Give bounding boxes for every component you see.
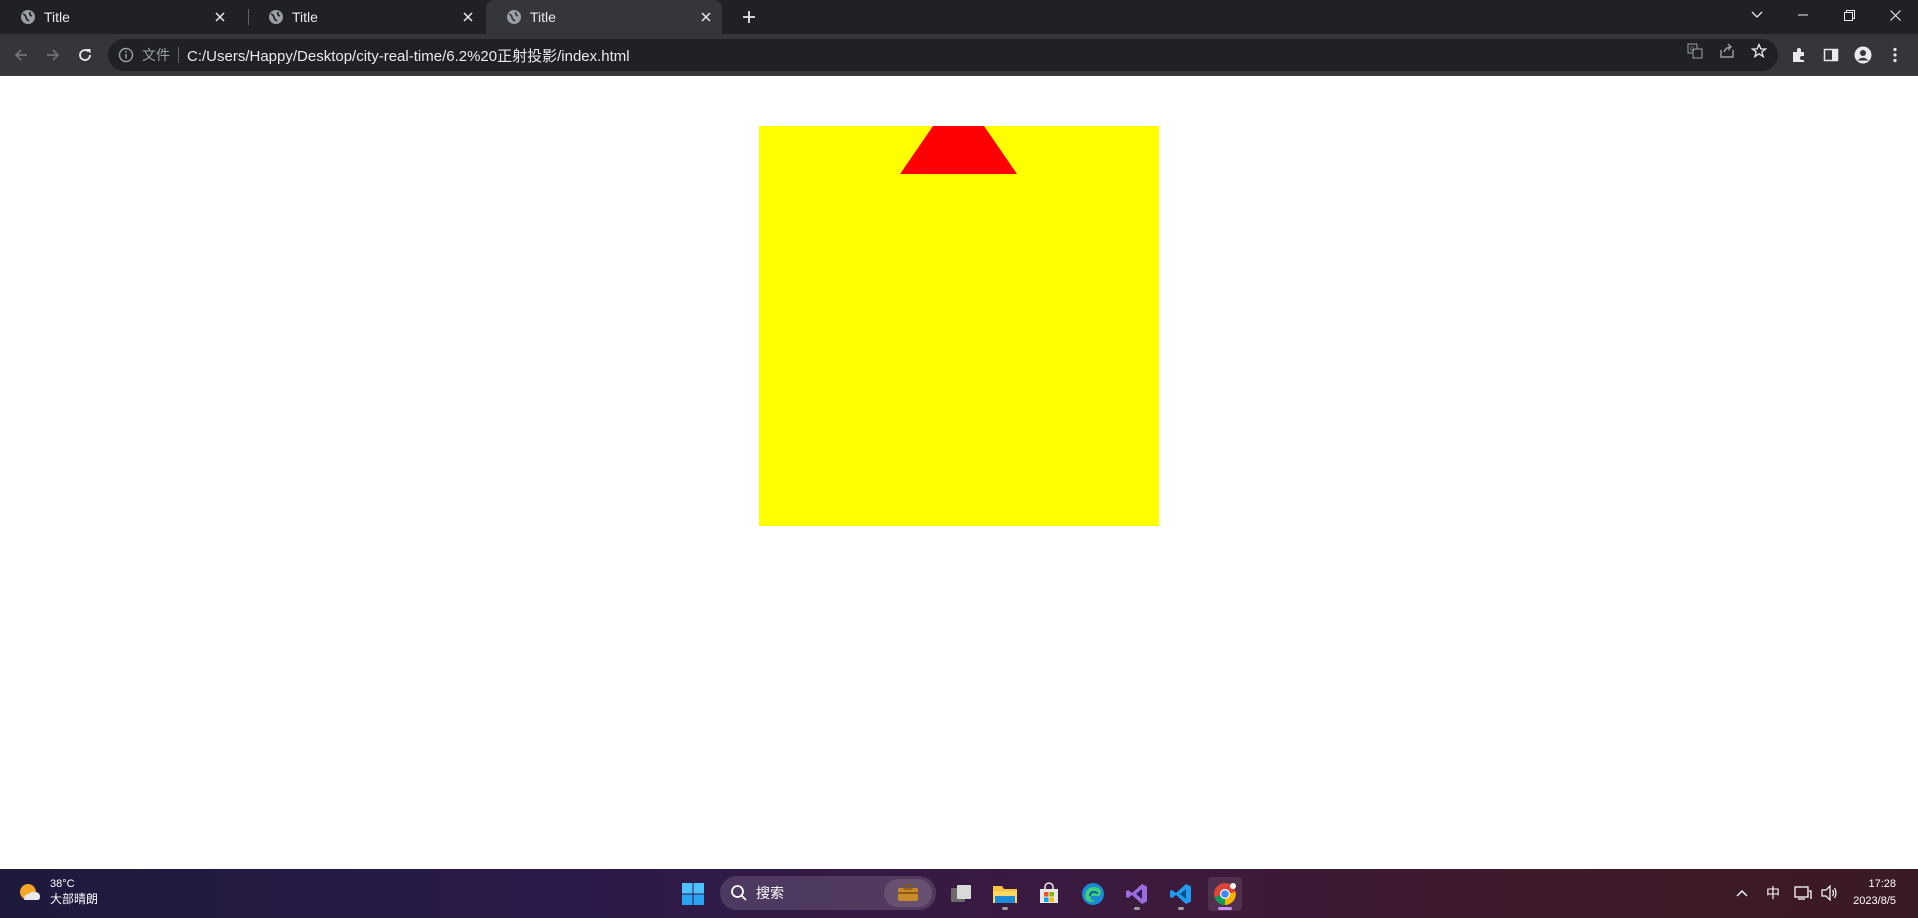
- reload-button[interactable]: [73, 43, 97, 67]
- profile-button[interactable]: [1854, 46, 1872, 64]
- chevron-up-icon: [1736, 890, 1748, 897]
- restore-button[interactable]: [1826, 0, 1872, 30]
- arrow-left-icon: [14, 49, 27, 61]
- network-icon: [1794, 886, 1812, 900]
- taskbar-search[interactable]: 搜索: [720, 876, 936, 910]
- network-button[interactable]: [1794, 883, 1812, 903]
- vscode-icon: [1170, 884, 1191, 904]
- task-view-button[interactable]: [944, 877, 978, 911]
- browser-toolbar: 文件 C:/Users/Happy/Desktop/city-real-time…: [0, 34, 1918, 76]
- arrow-right-icon: [47, 49, 60, 61]
- profile-icon: [1854, 46, 1872, 64]
- new-tab-button[interactable]: [738, 6, 760, 28]
- back-button[interactable]: [9, 43, 33, 67]
- translate-icon: G: [1687, 43, 1703, 59]
- ime-indicator[interactable]: 中: [1762, 883, 1784, 903]
- tab-1[interactable]: Title: [0, 0, 236, 34]
- taskbar-file-explorer[interactable]: [988, 877, 1022, 911]
- close-window-button[interactable]: [1872, 0, 1918, 30]
- taskbar-edge[interactable]: [1076, 877, 1110, 911]
- restore-icon: [1843, 9, 1855, 21]
- tab-title: Title: [292, 9, 318, 25]
- visual-studio-icon: [1126, 884, 1147, 904]
- search-placeholder: 搜索: [756, 885, 784, 901]
- minimize-button[interactable]: [1780, 0, 1826, 30]
- chevron-down-icon: [1751, 11, 1763, 18]
- svg-text:G: G: [1690, 46, 1695, 53]
- show-hidden-icons-button[interactable]: [1734, 883, 1750, 903]
- yellow-canvas: [759, 126, 1159, 526]
- bookmark-star-button[interactable]: [1750, 42, 1768, 60]
- taskbar-store[interactable]: [1032, 877, 1066, 911]
- running-indicator: [1002, 907, 1008, 910]
- edge-icon: [1082, 883, 1104, 905]
- windows-taskbar: 38°C 大部晴朗 搜索 中 17:28 2023/8/5: [0, 869, 1918, 918]
- share-button[interactable]: [1718, 42, 1736, 60]
- tab-2[interactable]: Title: [248, 0, 484, 34]
- clock-date: 2023/8/5: [1853, 895, 1896, 907]
- file-explorer-icon: [993, 886, 1017, 903]
- translate-button[interactable]: G: [1686, 42, 1704, 60]
- briefcase-icon: [898, 884, 918, 901]
- search-icon: [731, 885, 747, 901]
- search-highlight-badge[interactable]: [884, 879, 932, 907]
- side-panel-icon: [1823, 48, 1839, 62]
- scheme-label: 文件: [142, 47, 170, 63]
- globe-icon: [507, 10, 521, 24]
- url-text[interactable]: C:/Users/Happy/Desktop/city-real-time/6.…: [187, 45, 630, 66]
- info-icon[interactable]: [118, 47, 134, 63]
- weather-widget[interactable]: 38°C 大部晴朗: [18, 877, 98, 907]
- weather-sun-icon: [20, 884, 40, 900]
- clock-time: 17:28: [1868, 878, 1896, 890]
- close-icon: [1889, 9, 1901, 21]
- star-icon: [1751, 43, 1767, 59]
- tab-title: Title: [530, 9, 556, 25]
- omnibox-divider: [178, 47, 179, 63]
- taskbar-clock[interactable]: 17:28 2023/8/5: [1853, 876, 1896, 910]
- taskbar-visual-studio[interactable]: [1120, 877, 1154, 911]
- tab-title: Title: [44, 9, 70, 25]
- close-tab-icon[interactable]: [212, 9, 228, 25]
- speaker-icon: [1821, 885, 1837, 901]
- tab-search-button[interactable]: [1734, 0, 1780, 30]
- task-view-icon: [951, 885, 971, 902]
- extensions-button[interactable]: [1790, 46, 1808, 64]
- start-icon: [682, 883, 704, 905]
- taskbar-vscode[interactable]: [1164, 877, 1198, 911]
- weather-description: 大部晴朗: [50, 892, 99, 906]
- address-bar[interactable]: 文件 C:/Users/Happy/Desktop/city-real-time…: [108, 39, 1778, 71]
- close-tab-icon[interactable]: [460, 9, 476, 25]
- running-indicator: [1178, 907, 1184, 910]
- store-icon: [1040, 882, 1058, 903]
- volume-button[interactable]: [1820, 883, 1840, 903]
- reload-icon: [79, 49, 91, 61]
- globe-icon: [269, 10, 283, 24]
- minimize-icon: [1798, 14, 1808, 16]
- running-indicator: [1134, 907, 1140, 910]
- chrome-menu-button[interactable]: [1886, 46, 1904, 64]
- share-icon: [1720, 43, 1734, 58]
- weather-temperature: 38°C: [50, 878, 75, 890]
- start-button[interactable]: [676, 877, 710, 911]
- tab-strip: Title Title Title: [0, 0, 1918, 34]
- running-indicator: [1218, 907, 1232, 910]
- taskbar-chrome[interactable]: [1208, 877, 1242, 911]
- plus-icon: [743, 11, 755, 23]
- puzzle-icon: [1793, 48, 1804, 62]
- globe-icon: [21, 10, 35, 24]
- close-tab-icon[interactable]: [698, 9, 714, 25]
- page-viewport: [0, 77, 1918, 869]
- more-vertical-icon: [1893, 47, 1897, 63]
- forward-button[interactable]: [41, 43, 65, 67]
- tab-3-active[interactable]: Title: [486, 0, 722, 34]
- red-trapezoid-shape: [900, 126, 1017, 174]
- chrome-icon: [1214, 883, 1236, 905]
- side-panel-button[interactable]: [1822, 46, 1840, 64]
